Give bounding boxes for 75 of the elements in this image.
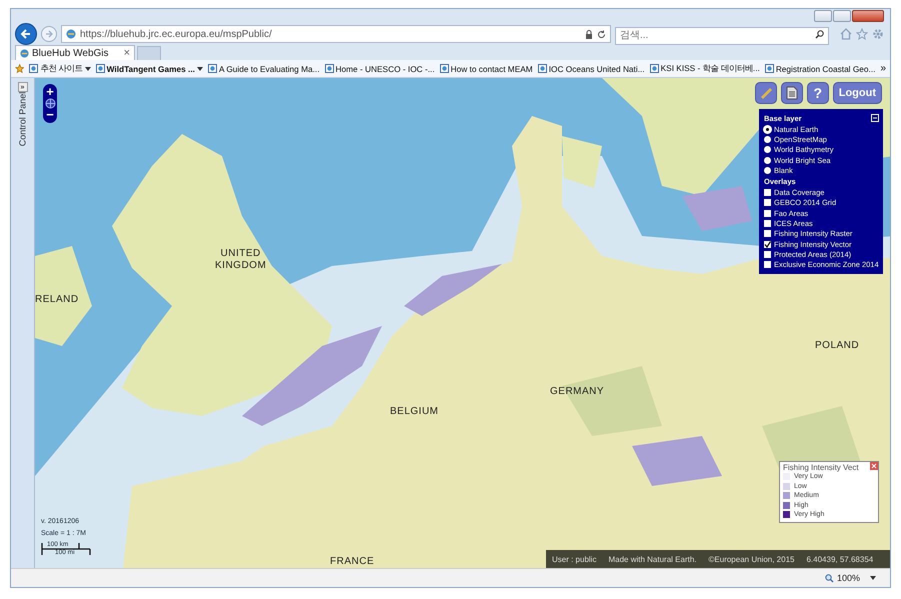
page-icon xyxy=(66,29,76,39)
copyright-text: ©European Union, 2015 xyxy=(708,554,794,564)
close-icon[interactable] xyxy=(870,462,878,470)
page-icon xyxy=(324,64,334,73)
map-place-label: GERMANY xyxy=(550,386,604,398)
scale-bar xyxy=(41,542,91,556)
radio-button[interactable] xyxy=(764,166,771,174)
measure-button[interactable] xyxy=(754,82,777,104)
checkbox[interactable] xyxy=(764,210,771,217)
collapse-icon[interactable] xyxy=(871,114,879,122)
browser-tab[interactable]: BlueHub WebGis × xyxy=(15,45,135,60)
checkbox[interactable] xyxy=(764,220,771,228)
checkbox[interactable] xyxy=(764,189,771,196)
help-button[interactable]: ? xyxy=(806,82,829,104)
page-icon xyxy=(538,64,547,73)
page-icon xyxy=(208,64,217,73)
tab-title: BlueHub WebGis xyxy=(32,48,110,58)
zoom-level-button[interactable]: 100% xyxy=(824,573,860,583)
user-text: User : public xyxy=(552,554,596,564)
page-icon xyxy=(29,64,38,73)
map-place-label: BELGIUM xyxy=(390,406,439,418)
radio-button[interactable] xyxy=(764,136,771,143)
tab-close-button[interactable]: × xyxy=(124,47,130,59)
page-icon xyxy=(650,64,659,73)
credit-text: Made with Natural Earth. xyxy=(608,554,697,564)
refresh-icon[interactable] xyxy=(597,30,606,38)
maximize-button[interactable] xyxy=(833,10,851,22)
globe-icon[interactable] xyxy=(44,98,56,109)
checkbox[interactable] xyxy=(764,230,771,238)
zoom-out-button[interactable]: − xyxy=(46,109,54,121)
checkbox[interactable] xyxy=(764,250,771,258)
favorite-link[interactable]: A Guide to Evaluating Ma... xyxy=(208,64,320,74)
favorite-link[interactable]: KSI KISS - 학술 데이터베... xyxy=(650,63,760,74)
control-panel-label[interactable]: Control Panel xyxy=(18,92,28,146)
back-button[interactable] xyxy=(15,23,37,45)
legend-title: Fishing Intensity Vect xyxy=(783,463,859,472)
checkbox[interactable] xyxy=(764,199,771,206)
favorite-link[interactable]: IOC Oceans United Nati... xyxy=(538,64,645,74)
radio-button[interactable] xyxy=(764,146,771,154)
radio-button[interactable] xyxy=(764,126,771,133)
caret-icon[interactable] xyxy=(196,66,203,70)
more-favorites-button[interactable]: » xyxy=(880,63,886,74)
page-icon xyxy=(20,48,29,58)
map-place-label: RELAND xyxy=(35,294,79,306)
logout-button[interactable]: Logout xyxy=(832,82,882,104)
favorite-link[interactable]: How to contact MEAM xyxy=(440,64,533,74)
caret-icon[interactable] xyxy=(84,66,91,70)
page-icon xyxy=(764,64,774,73)
page-icon xyxy=(96,64,105,73)
radio-button[interactable] xyxy=(764,156,771,164)
map-place-label: UNITED KINGDOM xyxy=(215,248,266,272)
address-field[interactable]: https://bluehub.jrc.ec.europa.eu/mspPublic/ xyxy=(61,25,611,43)
star-icon[interactable] xyxy=(15,63,24,74)
checkbox[interactable] xyxy=(764,261,771,268)
arrow-left-icon[interactable] xyxy=(20,28,32,40)
minimize-button[interactable] xyxy=(814,10,832,22)
favorite-link[interactable]: 추천 사이트 xyxy=(29,63,91,74)
page-icon xyxy=(440,64,449,73)
favorite-link[interactable]: Home - UNESCO - IOC -... xyxy=(324,64,435,74)
favorite-link[interactable]: WildTangent Games ... xyxy=(96,64,203,74)
favorite-link[interactable]: Registration Coastal Geo... xyxy=(764,64,876,74)
star-icon[interactable] xyxy=(856,28,868,40)
map-place-label: FRANCE xyxy=(330,556,374,568)
coordinates-text: 6.40439, 57.68354 xyxy=(806,554,874,564)
zoom-in-button[interactable]: + xyxy=(46,86,54,98)
search-field[interactable]: 검색... xyxy=(615,26,829,44)
zoom-icon[interactable] xyxy=(824,574,834,582)
search-icon[interactable] xyxy=(815,30,824,39)
dropdown-icon[interactable] xyxy=(870,576,876,580)
lock-icon xyxy=(585,30,593,38)
document-button[interactable] xyxy=(780,82,803,104)
document-icon[interactable] xyxy=(786,86,798,100)
close-button[interactable] xyxy=(852,10,884,22)
checkbox[interactable] xyxy=(764,240,771,248)
map-place-label: POLAND xyxy=(815,340,860,352)
